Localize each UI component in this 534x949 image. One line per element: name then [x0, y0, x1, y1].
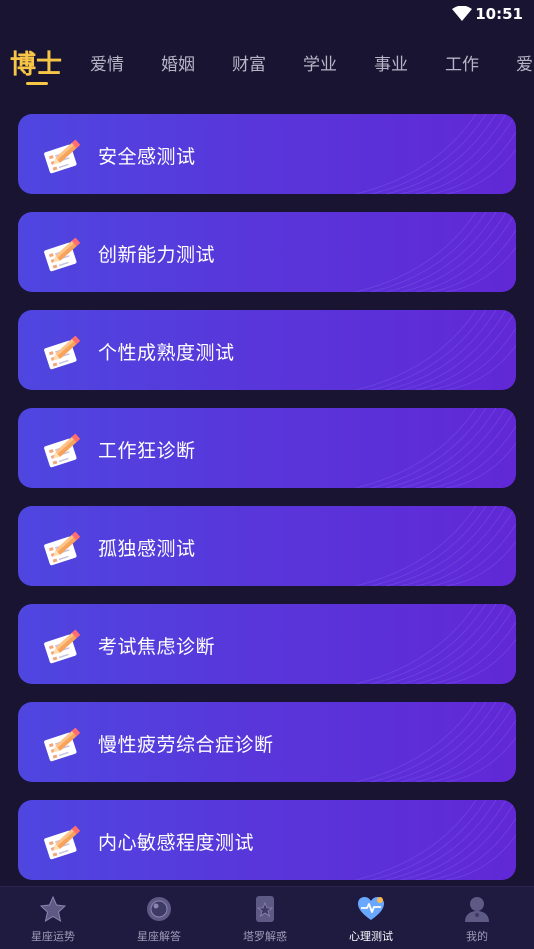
nav-label: 星座解答 [137, 930, 181, 943]
nav-label: 星座运势 [31, 930, 75, 943]
checklist-pencil-icon [44, 237, 81, 272]
nav-profile[interactable]: 我的 [424, 887, 530, 949]
test-card-3[interactable]: 个性成熟度测试 [18, 310, 516, 390]
wave-decoration [355, 212, 516, 292]
nav-horoscope[interactable]: 星座运势 [0, 887, 106, 949]
nav-zodiac-answers[interactable]: 星座解答 [106, 887, 212, 949]
wave-decoration [355, 800, 516, 880]
checklist-pencil-icon [44, 433, 81, 468]
bottom-nav: 星座运势 星座解答 塔罗解惑 心理测试 我的 [0, 886, 534, 949]
test-card-4[interactable]: 工作狂诊断 [18, 408, 516, 488]
checklist-pencil-icon [44, 335, 81, 370]
tab-boshi[interactable]: 博士 [10, 44, 62, 81]
wave-decoration [355, 310, 516, 390]
wave-decoration [355, 408, 516, 488]
checklist-pencil-icon [44, 139, 81, 174]
nav-label: 心理测试 [349, 930, 393, 943]
tab-work[interactable]: 工作 [445, 50, 479, 75]
test-card-5[interactable]: 孤独感测试 [18, 506, 516, 586]
test-card-label: 工作狂诊断 [98, 440, 196, 462]
status-bar: 10:51 [0, 0, 534, 30]
nav-label: 我的 [466, 930, 488, 943]
tarot-card-icon [256, 896, 274, 922]
nav-tarot[interactable]: 塔罗解惑 [212, 887, 318, 949]
test-card-label: 个性成熟度测试 [98, 342, 235, 364]
tab-love[interactable]: 爱情 [90, 50, 124, 75]
nav-psych-test[interactable]: 心理测试 [318, 887, 424, 949]
tab-study[interactable]: 学业 [303, 50, 337, 75]
test-card-label: 慢性疲劳综合症诊断 [98, 734, 274, 756]
test-card-label: 安全感测试 [98, 146, 196, 168]
star-icon [39, 895, 67, 923]
test-card-8[interactable]: 内心敏感程度测试 [18, 800, 516, 880]
test-card-7[interactable]: 慢性疲劳综合症诊断 [18, 702, 516, 782]
nav-label: 塔罗解惑 [243, 930, 287, 943]
category-tabs: 博士 爱情 婚姻 财富 学业 事业 工作 爱 [0, 36, 534, 90]
test-card-label: 创新能力测试 [98, 244, 216, 266]
test-card-2[interactable]: 创新能力测试 [18, 212, 516, 292]
test-card-label: 考试焦虑诊断 [98, 636, 216, 658]
crystal-ball-icon [147, 897, 171, 921]
wave-decoration [355, 114, 516, 194]
test-card-label: 内心敏感程度测试 [98, 832, 255, 854]
active-tab-indicator [26, 82, 48, 85]
tab-marriage[interactable]: 婚姻 [161, 50, 195, 75]
tab-career[interactable]: 事业 [374, 50, 408, 75]
checklist-pencil-icon [44, 629, 81, 664]
checklist-pencil-icon [44, 825, 81, 860]
test-card-6[interactable]: 考试焦虑诊断 [18, 604, 516, 684]
tab-wealth[interactable]: 财富 [232, 50, 266, 75]
status-time: 10:51 [475, 5, 523, 23]
tab-love-partial[interactable]: 爱 [516, 50, 533, 75]
wave-decoration [355, 604, 516, 684]
wifi-icon [452, 6, 472, 21]
checklist-pencil-icon [44, 531, 81, 566]
wave-decoration [355, 506, 516, 586]
test-card-1[interactable]: 安全感测试 [18, 114, 516, 194]
test-card-label: 孤独感测试 [98, 538, 196, 560]
heart-pulse-icon [358, 897, 384, 920]
wave-decoration [355, 702, 516, 782]
checklist-pencil-icon [44, 727, 81, 762]
user-icon [465, 897, 489, 922]
